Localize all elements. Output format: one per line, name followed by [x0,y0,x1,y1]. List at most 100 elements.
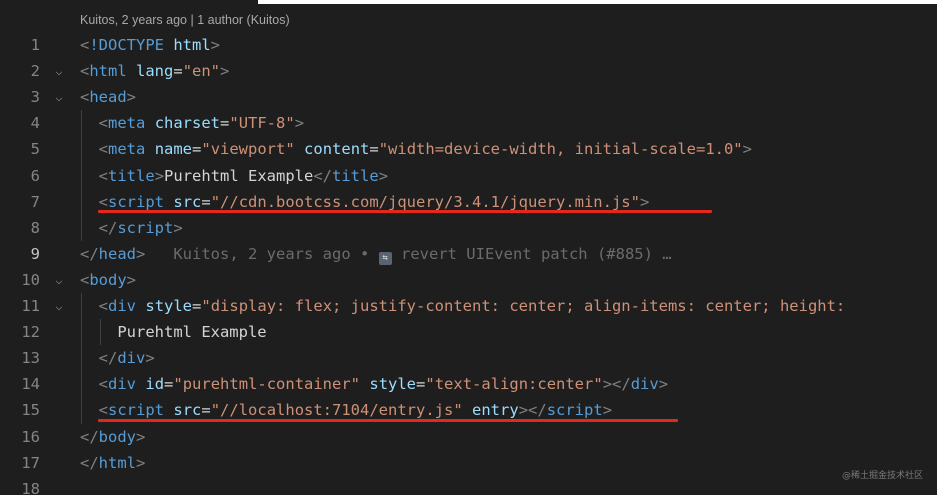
token-punct: </ [98,349,118,368]
token-str: "UTF-8" [229,114,295,133]
code-line-5[interactable]: 5 <meta name="viewport" content="width=d… [0,136,937,162]
line-number: 2 [30,62,40,81]
code-line-13[interactable]: 13 </div> [0,345,937,371]
line-number: 1 [30,36,40,54]
blame-message: revert UIEvent patch (#885) … [391,244,672,263]
code-editor[interactable]: Kuitos, 2 years ago | 1 author (Kuitos) … [0,0,937,495]
token-text: Purehtml Example [164,166,314,185]
token-attr: style [369,375,417,394]
fold-chevron-icon[interactable]: ⌵ [52,58,66,84]
code-line-6[interactable]: 6 <title>Purehtml Example</title> [0,163,937,189]
token-eq: = [173,62,183,81]
code-line-9[interactable]: 9 </head> Kuitos, 2 years ago • ⇆ revert U… [0,241,937,267]
line-code: <!DOCTYPE html> [80,32,220,58]
token-punct: > [602,401,613,420]
token-punct: ></ [602,375,631,394]
token-punct: < [98,192,109,211]
token-tag: script [108,192,165,211]
code-line-4[interactable]: 4 <meta charset="UTF-8"> [0,110,937,136]
code-line-10[interactable]: 10 ⌵ <body> [0,267,937,293]
token-punct: < [98,375,109,394]
token-tag: meta [108,140,146,159]
codelens-author[interactable]: Kuitos, 2 years ago | 1 author (Kuitos) [80,8,290,32]
token-punct: < [98,166,109,185]
line-code: <html lang="en"> [80,58,229,84]
token-attr: html [173,36,211,54]
token-eq: = [369,140,379,159]
token-punct: ></ [518,401,547,420]
token-tag: meta [108,114,146,133]
token-punct: < [80,270,90,289]
line-number: 17 [21,453,40,472]
token-str: "en" [182,62,221,81]
token-eq: = [201,192,211,211]
token-punct: </ [80,427,99,446]
code-line-1[interactable]: 1 <!DOCTYPE html> [0,32,937,58]
line-code: <meta name="viewport" content="width=dev… [80,136,752,162]
token-punct: < [98,297,109,315]
token-text: Purehtml Example [80,323,267,342]
code-line-16[interactable]: 16 </body> [0,424,937,450]
fold-chevron-icon[interactable]: ⌵ [52,84,66,110]
token-tag: title [108,166,155,185]
token-punct: </ [80,244,99,263]
token-punct: > [639,192,650,211]
token-punct: < [98,140,109,159]
fold-chevron-icon[interactable]: ⌵ [52,293,66,319]
token-punct: < [80,88,90,107]
token-str: "display: flex; justify-content: center;… [201,297,846,315]
line-code: <div id="purehtml-container" style="text… [80,371,668,397]
code-line-2[interactable]: 2 ⌵ <html lang="en"> [0,58,937,84]
token-tag: div [630,375,659,394]
token-attr: style [145,297,193,315]
token-tag: div [108,297,137,315]
line-code: <title>Purehtml Example</title> [80,163,388,189]
line-number: 4 [30,114,40,133]
code-line-18[interactable]: 18 [0,476,937,495]
line-number: 13 [21,349,40,368]
fold-chevron-icon[interactable]: ⌵ [52,267,66,293]
git-blame-annotation[interactable]: Kuitos, 2 years ago • ⇆ revert UIEvent p… [173,244,672,265]
line-number: 8 [30,218,40,237]
token-eq: = [192,297,202,315]
token-punct: </ [80,453,99,472]
code-line-3[interactable]: 3 ⌵ <head> [0,84,937,110]
token-punct: < [80,62,90,81]
code-line-17[interactable]: 17 </html> [0,450,937,476]
token-str: "//localhost:7104/entry.js" [210,401,463,420]
token-attr: src [173,192,202,211]
token-punct: > [136,427,146,446]
token-tag: body [89,270,127,289]
token-punct: </ [98,218,118,237]
token-tag: script [117,218,174,237]
token-eq: = [192,140,202,159]
line-code: </head> Kuitos, 2 years ago • ⇆ revert UI… [80,241,672,267]
token-tag: head [98,244,136,263]
token-tag: script [546,401,603,420]
code-line-12[interactable]: 12 Purehtml Example [0,319,937,345]
code-line-11[interactable]: 11 ⌵ <div style="display: flex; justify-c… [0,293,937,319]
top-strip [258,0,937,4]
code-line-8[interactable]: 8 </script> [0,215,937,241]
token-punct: > [658,375,669,394]
line-code: <head> [80,84,136,110]
token-tag: div [117,349,146,368]
token-punct: < [80,36,90,54]
token-punct: > [126,88,137,107]
line-number: 16 [21,427,40,446]
underline-entry-script [98,418,678,422]
code-line-14[interactable]: 14 <div id="purehtml-container" style="t… [0,371,937,397]
token-attr: name [154,140,193,159]
